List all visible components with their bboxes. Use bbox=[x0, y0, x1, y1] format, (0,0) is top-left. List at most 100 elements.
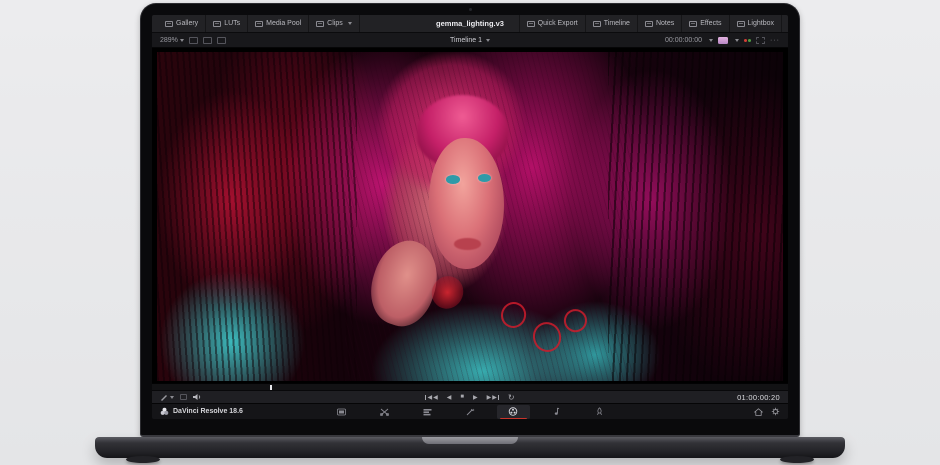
gallery-button[interactable]: Gallery bbox=[158, 15, 206, 32]
viewer-tool-2-icon[interactable] bbox=[203, 37, 212, 44]
laptop-foot bbox=[126, 456, 160, 463]
loop-icon: ↻ bbox=[508, 393, 515, 402]
chevron-down-icon bbox=[486, 39, 490, 42]
deliver-page-icon bbox=[595, 407, 604, 416]
davinci-resolve-window: Gallery LUTs Media Pool Clips bbox=[152, 15, 788, 419]
goto-end-icon: ▶ bbox=[492, 394, 497, 401]
transport-bar: ◀◀ ◀ ■ ▶ ▶▶ ↻ 01:00:00:20 bbox=[152, 390, 788, 403]
laptop-base bbox=[95, 437, 845, 458]
transport-tools bbox=[160, 393, 202, 401]
lightbox-label: Lightbox bbox=[748, 20, 774, 27]
clips-icon bbox=[316, 21, 324, 27]
video-viewer[interactable] bbox=[152, 48, 788, 383]
webcam-icon bbox=[469, 8, 472, 11]
notes-button[interactable]: Notes bbox=[638, 15, 682, 32]
goto-end-icon: ▶ bbox=[487, 394, 492, 401]
lid-notch bbox=[422, 437, 518, 444]
timeline-button[interactable]: Timeline bbox=[586, 15, 638, 32]
top-toolbar: Gallery LUTs Media Pool Clips bbox=[152, 15, 788, 33]
chevron-down-icon bbox=[180, 39, 184, 42]
gallery-icon bbox=[165, 21, 173, 27]
goto-start-button[interactable]: ◀◀ bbox=[425, 394, 437, 401]
clips-label: Clips bbox=[327, 20, 343, 27]
quick-export-icon bbox=[527, 21, 535, 27]
chevron-down-icon bbox=[709, 39, 713, 42]
zoom-level-select[interactable]: 289% bbox=[160, 37, 184, 44]
goto-start-icon: ◀ bbox=[427, 394, 432, 401]
red-fur-texture bbox=[157, 52, 357, 381]
record-timecode: 01:00:00:20 bbox=[737, 393, 780, 402]
laptop-lid: Gallery LUTs Media Pool Clips bbox=[140, 3, 800, 437]
chevron-down-icon bbox=[348, 22, 352, 25]
page-tab-fairlight[interactable] bbox=[540, 405, 573, 419]
play-button[interactable]: ▶ bbox=[473, 394, 478, 401]
page-tab-fusion[interactable] bbox=[454, 405, 487, 419]
effects-label: Effects bbox=[700, 20, 721, 27]
stop-button[interactable]: ■ bbox=[460, 394, 464, 400]
edit-page-icon bbox=[423, 408, 432, 416]
page-tab-edit[interactable] bbox=[411, 405, 444, 419]
clips-button[interactable]: Clips bbox=[309, 15, 360, 32]
wipe-mode-icon[interactable] bbox=[718, 37, 728, 44]
audio-mute-icon[interactable] bbox=[193, 393, 202, 401]
toolbar-left-group: Gallery LUTs Media Pool Clips bbox=[158, 15, 360, 32]
notes-label: Notes bbox=[656, 20, 674, 27]
timeline-name: Timeline 1 bbox=[450, 37, 482, 44]
cut-page-icon bbox=[380, 408, 389, 416]
page-tab-media[interactable] bbox=[325, 405, 358, 419]
viewer-overflow-menu[interactable]: ··· bbox=[770, 37, 780, 44]
transport-controls: ◀◀ ◀ ■ ▶ ▶▶ ↻ bbox=[152, 393, 788, 402]
left-eye bbox=[446, 175, 460, 184]
effects-icon bbox=[689, 21, 697, 27]
timeline-scrubber[interactable] bbox=[152, 383, 788, 390]
media-pool-label: Media Pool bbox=[266, 20, 301, 27]
timeline-label: Timeline bbox=[604, 20, 630, 27]
dark-fur-texture bbox=[608, 52, 783, 381]
expand-viewer-icon[interactable] bbox=[756, 37, 765, 44]
luts-button[interactable]: LUTs bbox=[206, 15, 248, 32]
lightbox-button[interactable]: Lightbox bbox=[730, 15, 782, 32]
flag-icon[interactable] bbox=[180, 394, 187, 400]
lightbox-icon bbox=[737, 21, 745, 27]
viewer-tool-3-icon[interactable] bbox=[217, 37, 226, 44]
page-tab-deliver[interactable] bbox=[583, 405, 616, 419]
media-page-icon bbox=[337, 408, 346, 416]
viewer-tool-1-icon[interactable] bbox=[189, 37, 198, 44]
gallery-label: Gallery bbox=[176, 20, 198, 27]
fairlight-page-icon bbox=[552, 407, 560, 416]
chevron-down-icon bbox=[735, 39, 739, 42]
play-icon: ▶ bbox=[473, 394, 478, 401]
pen-icon bbox=[160, 393, 168, 401]
timeline-icon bbox=[593, 21, 601, 27]
viewer-header-left: 289% bbox=[160, 37, 226, 44]
luts-icon bbox=[213, 21, 221, 27]
page-tabs bbox=[152, 405, 788, 419]
page-navigation-bar: DaVinci Resolve 18.6 bbox=[152, 403, 788, 419]
media-pool-button[interactable]: Media Pool bbox=[248, 15, 309, 32]
notes-icon bbox=[645, 21, 653, 27]
step-back-icon: ◀ bbox=[447, 394, 452, 401]
viewer-header-right: 00:00:00:00 ··· bbox=[665, 37, 780, 44]
stop-icon: ■ bbox=[460, 394, 464, 400]
goto-start-icon: ◀ bbox=[433, 394, 438, 401]
scopes-icon[interactable] bbox=[744, 39, 751, 42]
page-tab-color[interactable] bbox=[497, 405, 530, 419]
red-dot-icon bbox=[744, 39, 747, 42]
step-back-button[interactable]: ◀ bbox=[447, 394, 452, 401]
luts-label: LUTs bbox=[224, 20, 240, 27]
media-pool-icon bbox=[255, 21, 263, 27]
lips bbox=[454, 238, 480, 250]
grading-tool-button[interactable] bbox=[160, 393, 174, 401]
quick-export-button[interactable]: Quick Export bbox=[519, 15, 586, 32]
footage-frame bbox=[157, 52, 783, 381]
source-timecode[interactable]: 00:00:00:00 bbox=[665, 37, 702, 44]
goto-end-button[interactable]: ▶▶ bbox=[487, 394, 499, 401]
quick-export-label: Quick Export bbox=[538, 20, 578, 27]
effects-button[interactable]: Effects bbox=[682, 15, 729, 32]
desktop-background: Gallery LUTs Media Pool Clips bbox=[0, 0, 940, 465]
loop-button[interactable]: ↻ bbox=[508, 393, 515, 402]
chevron-down-icon bbox=[170, 396, 174, 399]
laptop-foot bbox=[780, 456, 814, 463]
viewer-header: 289% Timeline 1 00:00:00:00 bbox=[152, 33, 788, 48]
page-tab-cut[interactable] bbox=[368, 405, 401, 419]
